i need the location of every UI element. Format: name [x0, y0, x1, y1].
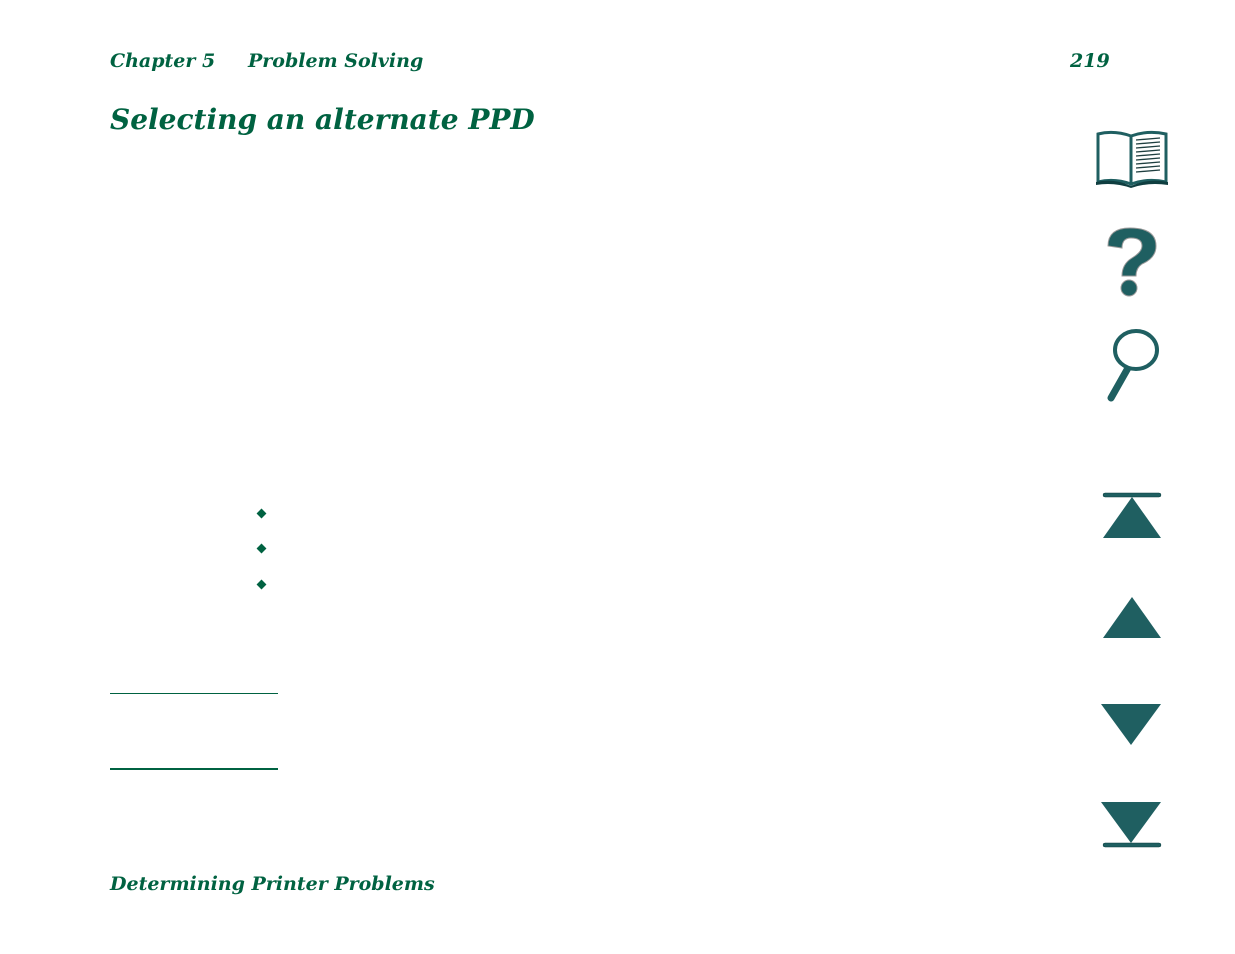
note-bottom-rule: [110, 768, 278, 770]
next-page-icon[interactable]: [1098, 700, 1164, 748]
book-icon[interactable]: [1094, 128, 1170, 188]
note-top-rule: [110, 693, 278, 694]
last-page-icon[interactable]: [1098, 798, 1164, 852]
bullet-3: [256, 579, 267, 590]
search-icon[interactable]: [1104, 328, 1162, 404]
footer-section-link[interactable]: Determining Printer Problems: [110, 873, 435, 895]
bullet-2: [256, 543, 267, 554]
chapter-label: Chapter 5: [110, 50, 216, 72]
previous-page-icon[interactable]: [1100, 594, 1164, 640]
first-page-icon[interactable]: [1100, 490, 1164, 542]
page-number: 219: [1070, 50, 1110, 72]
section-label: Problem Solving: [248, 50, 424, 72]
help-icon[interactable]: [1100, 226, 1162, 298]
bullet-1: [256, 508, 267, 519]
page-title: Selecting an alternate PPD: [110, 103, 535, 136]
